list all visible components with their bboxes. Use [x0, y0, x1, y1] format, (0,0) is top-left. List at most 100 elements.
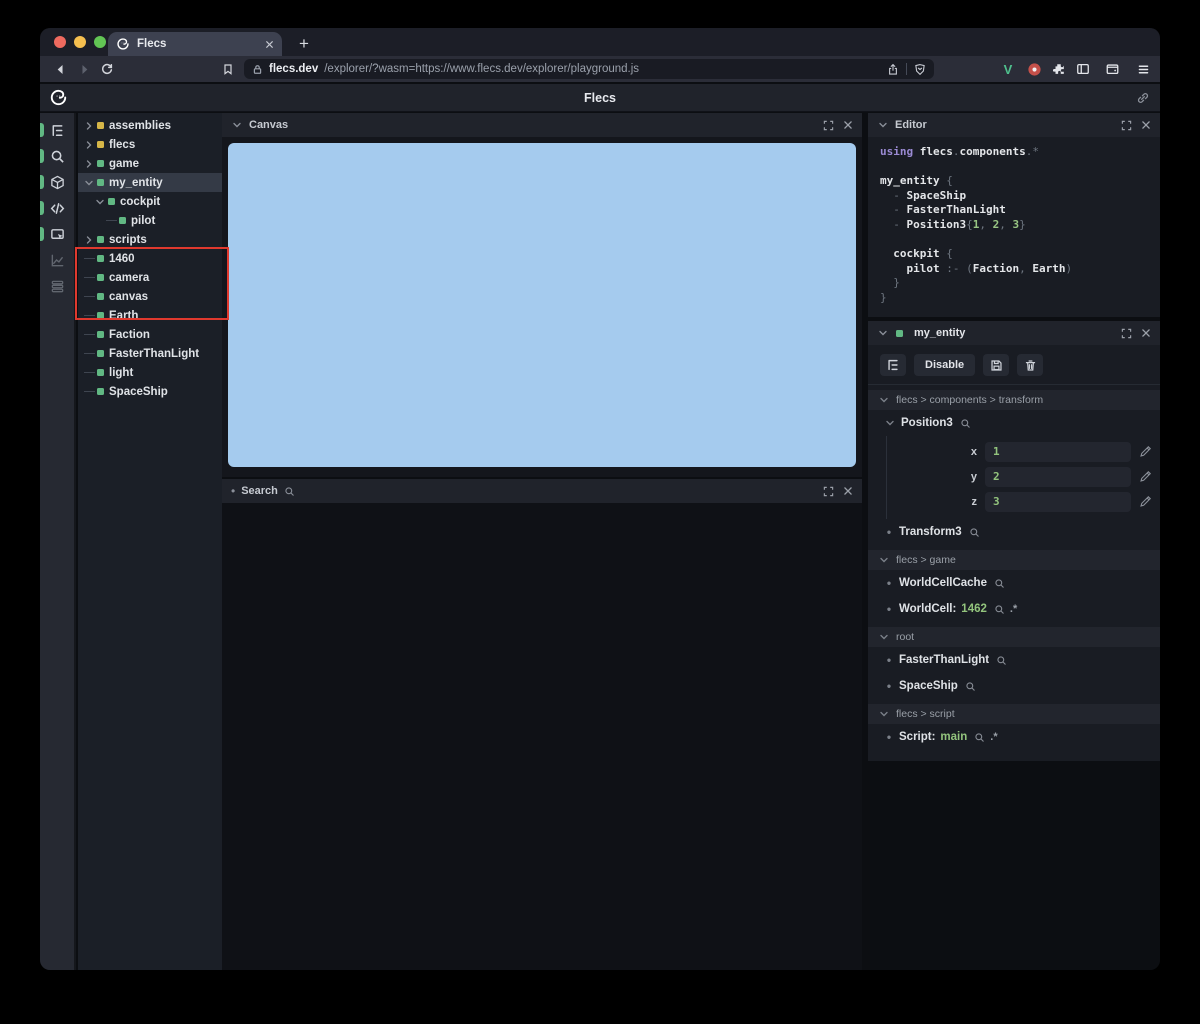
- tree-item-scripts[interactable]: scripts: [78, 230, 222, 249]
- inspector-section-header[interactable]: flecs > components > transform: [868, 390, 1160, 410]
- url-bar[interactable]: flecs.dev /explorer/?wasm=https://www.fl…: [244, 59, 934, 79]
- center-column: Canvas • Search: [222, 113, 862, 970]
- tree-item-Earth[interactable]: Earth: [78, 306, 222, 325]
- tree-view-button[interactable]: [880, 354, 906, 376]
- rail-item-inspector[interactable]: [40, 221, 74, 247]
- chevron-down-icon[interactable]: [93, 196, 107, 208]
- red-extension-icon[interactable]: [1024, 59, 1044, 79]
- back-button[interactable]: [50, 59, 70, 79]
- statistics-chart-icon: [50, 253, 65, 268]
- tab-title: Flecs: [137, 38, 167, 50]
- share-link-icon[interactable]: [1136, 91, 1150, 105]
- delete-button[interactable]: [1017, 354, 1044, 376]
- tree-branch-line: [82, 296, 96, 297]
- fullscreen-icon[interactable]: [823, 486, 834, 497]
- component-row-Position3[interactable]: Position3: [868, 410, 1160, 436]
- fullscreen-icon[interactable]: [823, 120, 834, 131]
- field-value-input[interactable]: 2: [985, 466, 1131, 487]
- magnifier-icon[interactable]: [965, 681, 976, 692]
- bookmark-icon[interactable]: [218, 59, 238, 79]
- fullscreen-icon[interactable]: [1121, 328, 1132, 339]
- component-row-Transform3[interactable]: • Transform3: [868, 519, 1160, 545]
- code-editor[interactable]: using flecs.components.* my_entity { - S…: [868, 137, 1160, 314]
- chevron-down-icon[interactable]: [877, 119, 889, 131]
- magnifier-icon[interactable]: [974, 732, 985, 743]
- wallet-icon[interactable]: [1102, 59, 1122, 79]
- tree-item-Faction[interactable]: Faction: [78, 325, 222, 344]
- component-row-WorldCell[interactable]: • WorldCell: 1462 .*: [868, 596, 1160, 622]
- chevron-right-icon[interactable]: [82, 158, 96, 170]
- tree-item-FasterThanLight[interactable]: FasterThanLight: [78, 344, 222, 363]
- tree-item-flecs[interactable]: flecs: [78, 135, 222, 154]
- new-tab-button[interactable]: +: [292, 32, 316, 56]
- rail-item-query-search[interactable]: [40, 143, 74, 169]
- close-window-button[interactable]: [54, 36, 66, 48]
- code-line: - Position3{1, 2, 3}: [880, 217, 1026, 231]
- close-panel-icon[interactable]: [1141, 328, 1151, 339]
- component-row-FasterThanLight[interactable]: • FasterThanLight: [868, 647, 1160, 673]
- rail-item-entities-cube[interactable]: [40, 169, 74, 195]
- fullscreen-icon[interactable]: [1121, 120, 1132, 131]
- magnifier-icon[interactable]: [996, 655, 1007, 666]
- browser-tab[interactable]: Flecs: [108, 32, 282, 56]
- magnifier-icon[interactable]: [284, 486, 295, 497]
- extensions-puzzle-icon[interactable]: [1049, 59, 1069, 79]
- rail-item-entity-tree[interactable]: [40, 117, 74, 143]
- forward-button[interactable]: [74, 59, 94, 79]
- rail-item-code-editor[interactable]: [40, 195, 74, 221]
- chevron-right-icon[interactable]: [82, 234, 96, 246]
- tree-item-cockpit[interactable]: cockpit: [78, 192, 222, 211]
- close-panel-icon[interactable]: [843, 120, 853, 131]
- chevron-down-icon[interactable]: [82, 177, 96, 189]
- component-row-WorldCellCache[interactable]: • WorldCellCache: [868, 570, 1160, 596]
- brave-shield-icon[interactable]: [914, 63, 926, 76]
- tree-item-light[interactable]: light: [78, 363, 222, 382]
- browser-menu-icon[interactable]: [1133, 59, 1153, 79]
- chevron-right-icon[interactable]: [82, 139, 96, 151]
- tree-branch-line: [82, 258, 96, 259]
- zoom-window-button[interactable]: [94, 36, 106, 48]
- inspector-section-header[interactable]: root: [868, 627, 1160, 647]
- minimize-window-button[interactable]: [74, 36, 86, 48]
- tree-item-camera[interactable]: camera: [78, 268, 222, 287]
- vue-devtools-extension-icon[interactable]: V: [998, 59, 1018, 79]
- entity-square-icon: [97, 141, 104, 148]
- magnifier-icon[interactable]: [994, 578, 1005, 589]
- chevron-down-icon[interactable]: [884, 417, 896, 429]
- tree-item-canvas[interactable]: canvas: [78, 287, 222, 306]
- chevron-down-icon[interactable]: [877, 327, 889, 339]
- share-icon[interactable]: [887, 63, 899, 76]
- tree-item-my_entity[interactable]: my_entity: [78, 173, 222, 192]
- tree-item-pilot[interactable]: pilot: [78, 211, 222, 230]
- edit-pencil-icon[interactable]: [1139, 445, 1152, 458]
- rail-item-statistics-chart[interactable]: [40, 247, 74, 273]
- sidebar-toggle-icon[interactable]: [1073, 59, 1093, 79]
- component-row-SpaceShip[interactable]: • SpaceShip: [868, 673, 1160, 699]
- inspector-section-header[interactable]: flecs > script: [868, 704, 1160, 724]
- edit-pencil-icon[interactable]: [1139, 495, 1152, 508]
- tab-close-icon[interactable]: [265, 40, 274, 49]
- close-panel-icon[interactable]: [1141, 120, 1151, 131]
- render-canvas[interactable]: [228, 143, 856, 467]
- component-row-Script[interactable]: • Script: main .*: [868, 724, 1160, 750]
- close-panel-icon[interactable]: [843, 486, 853, 497]
- tree-item-SpaceShip[interactable]: SpaceShip: [78, 382, 222, 401]
- chevron-right-icon[interactable]: [82, 120, 96, 132]
- magnifier-icon[interactable]: [969, 527, 980, 538]
- field-value-input[interactable]: 1: [985, 441, 1131, 462]
- rail-item-archetype-tables[interactable]: [40, 273, 74, 299]
- magnifier-icon[interactable]: [994, 604, 1005, 615]
- edit-pencil-icon[interactable]: [1139, 470, 1152, 483]
- field-value-input[interactable]: 3: [985, 491, 1131, 512]
- inspector-section-header[interactable]: flecs > game: [868, 550, 1160, 570]
- tree-item-label: SpaceShip: [109, 385, 168, 398]
- magnifier-icon[interactable]: [960, 418, 971, 429]
- tree-item-1460[interactable]: 1460: [78, 249, 222, 268]
- save-button[interactable]: [983, 354, 1010, 376]
- tree-item-assemblies[interactable]: assemblies: [78, 116, 222, 135]
- chevron-down-icon[interactable]: [231, 119, 243, 131]
- tree-item-game[interactable]: game: [78, 154, 222, 173]
- field-label: z: [971, 495, 978, 508]
- disable-button[interactable]: Disable: [914, 354, 976, 376]
- refresh-button[interactable]: [97, 59, 117, 79]
